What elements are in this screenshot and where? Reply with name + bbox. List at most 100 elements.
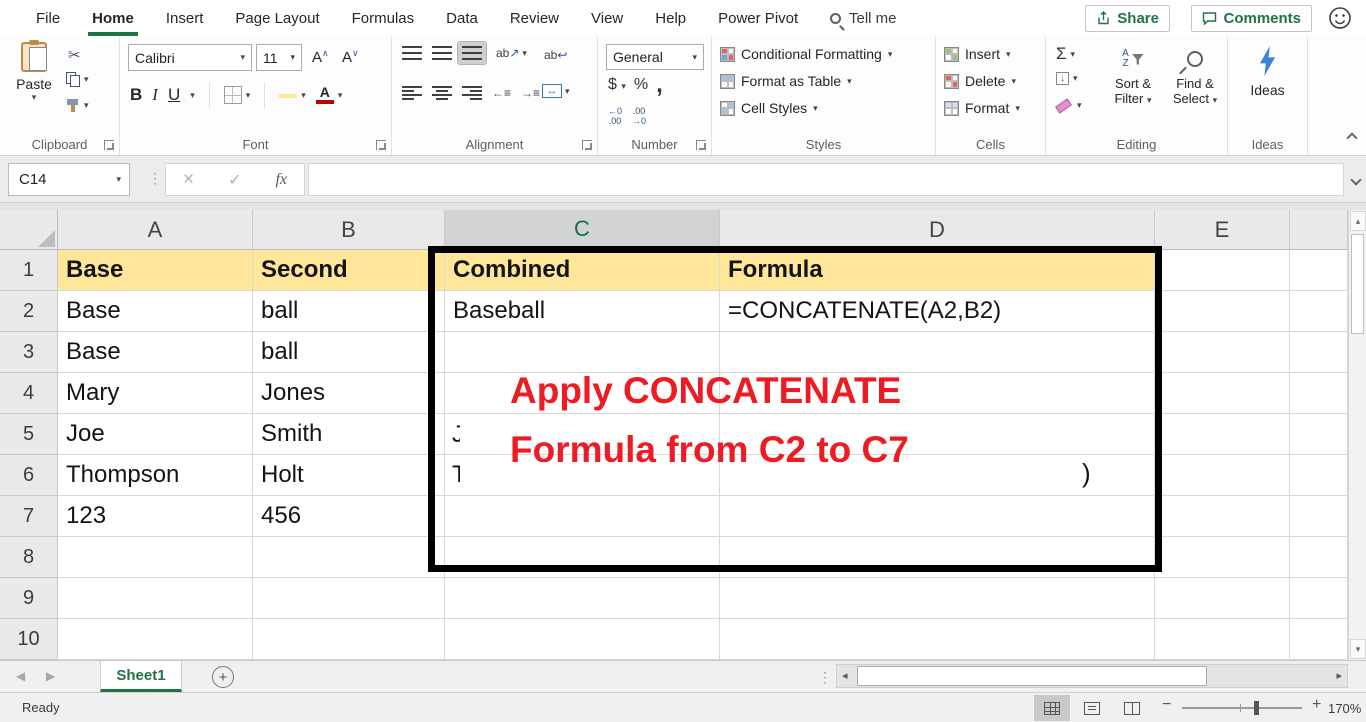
row-header-6[interactable]: 6	[0, 455, 58, 496]
bold-button[interactable]: B	[130, 85, 142, 105]
cell-F10[interactable]	[1290, 619, 1348, 660]
sort-filter-button[interactable]: AZ Sort & Filter ▾	[1104, 42, 1162, 106]
cell-E7[interactable]	[1155, 496, 1290, 537]
cell-F2[interactable]	[1290, 291, 1348, 332]
align-center-button[interactable]	[428, 82, 456, 104]
cell-E10[interactable]	[1155, 619, 1290, 660]
orientation-button[interactable]: ab↗▾	[496, 46, 527, 60]
cell-F1[interactable]	[1290, 250, 1348, 291]
autosum-button[interactable]: Σ▾	[1056, 44, 1075, 64]
merge-center-button[interactable]: ↔▾	[542, 84, 570, 98]
zoom-in-button[interactable]: +	[1312, 696, 1321, 714]
clipboard-dialog-launcher[interactable]	[104, 140, 114, 150]
decrease-decimal-button[interactable]: .00→0	[632, 106, 646, 126]
decrease-indent-button[interactable]: ←≡	[488, 80, 515, 106]
scroll-left-icon[interactable]: ◂	[842, 669, 848, 682]
italic-button[interactable]: I	[152, 85, 158, 105]
select-all-corner[interactable]	[0, 210, 58, 250]
name-box[interactable]: C14 ▾	[8, 163, 130, 196]
normal-view-button[interactable]	[1034, 695, 1070, 721]
bottom-align-button[interactable]	[458, 42, 486, 64]
formula-input[interactable]	[308, 163, 1344, 196]
wrap-text-button[interactable]: ab↩	[544, 46, 567, 64]
cell-F3[interactable]	[1290, 332, 1348, 373]
tab-page-layout[interactable]: Page Layout	[219, 0, 335, 36]
sheet-nav-left-icon[interactable]: ◀	[16, 669, 25, 683]
column-header-B[interactable]: B	[253, 210, 445, 250]
cell-F6[interactable]	[1290, 455, 1348, 496]
grow-font-button[interactable]: A∧	[312, 48, 329, 66]
cell-E3[interactable]	[1155, 332, 1290, 373]
conditional-formatting-button[interactable]: Conditional Formatting▾	[720, 46, 892, 62]
font-name-combo[interactable]: Calibri▾	[128, 44, 252, 71]
find-select-button[interactable]: Find & Select ▾	[1166, 42, 1224, 106]
row-header-8[interactable]: 8	[0, 537, 58, 578]
scroll-right-icon[interactable]: ▸	[1336, 669, 1342, 682]
row-header-5[interactable]: 5	[0, 414, 58, 455]
row-header-9[interactable]: 9	[0, 578, 58, 619]
column-header-D[interactable]: D	[720, 210, 1155, 250]
cell-A2[interactable]: Base	[58, 291, 253, 332]
insert-cells-button[interactable]: Insert▾	[944, 46, 1011, 62]
row-header-7[interactable]: 7	[0, 496, 58, 537]
zoom-level[interactable]: 170%	[1328, 701, 1361, 716]
cell-styles-button[interactable]: Cell Styles▾	[720, 100, 818, 116]
tab-home[interactable]: Home	[76, 0, 150, 36]
cell-A7[interactable]: 123	[58, 496, 253, 537]
vertical-scrollbar[interactable]: ▴ ▾	[1348, 210, 1366, 660]
cell-E4[interactable]	[1155, 373, 1290, 414]
cell-E5[interactable]	[1155, 414, 1290, 455]
currency-button[interactable]: $ ▾	[608, 76, 626, 94]
tab-scrollbar-splitter[interactable]: ⋮	[818, 669, 832, 686]
cell-B10[interactable]	[253, 619, 445, 660]
column-header-partial[interactable]	[1290, 210, 1348, 250]
underline-dropdown[interactable]: ▾	[190, 90, 195, 101]
cancel-icon[interactable]: ×	[183, 169, 194, 191]
cell-A1[interactable]: Base	[58, 250, 253, 291]
page-break-view-button[interactable]	[1114, 695, 1150, 721]
cell-E1[interactable]	[1155, 250, 1290, 291]
paste-button[interactable]: Paste ▾	[12, 42, 56, 103]
name-box-splitter[interactable]: ⋮	[148, 170, 162, 187]
column-header-C[interactable]: C	[445, 210, 720, 250]
add-sheet-button[interactable]: +	[212, 666, 234, 688]
cell-F7[interactable]	[1290, 496, 1348, 537]
cell-B7[interactable]: 456	[253, 496, 445, 537]
cell-C10[interactable]	[445, 619, 720, 660]
increase-indent-button[interactable]: →≡	[517, 80, 544, 106]
middle-align-button[interactable]	[428, 42, 456, 64]
tab-formulas[interactable]: Formulas	[336, 0, 431, 36]
tab-view[interactable]: View	[575, 0, 639, 36]
share-button[interactable]: Share	[1085, 5, 1170, 32]
row-header-10[interactable]: 10	[0, 619, 58, 660]
tab-help[interactable]: Help	[639, 0, 702, 36]
fill-color-button[interactable]: ▾	[279, 90, 306, 101]
borders-button[interactable]: ▾	[224, 86, 251, 104]
comma-style-button[interactable]: ,	[656, 78, 663, 92]
tell-me-search[interactable]: Tell me	[830, 0, 897, 36]
tab-power-pivot[interactable]: Power Pivot	[702, 0, 814, 36]
shrink-font-button[interactable]: A∨	[342, 48, 359, 66]
horizontal-scroll-thumb[interactable]	[857, 666, 1207, 686]
ideas-button[interactable]: Ideas	[1228, 46, 1307, 98]
column-header-E[interactable]: E	[1155, 210, 1290, 250]
cell-A5[interactable]: Joe	[58, 414, 253, 455]
cell-A10[interactable]	[58, 619, 253, 660]
zoom-slider-thumb[interactable]	[1254, 701, 1259, 715]
cut-button[interactable]: ✂	[68, 46, 81, 65]
horizontal-scrollbar[interactable]: ◂ ▸	[836, 664, 1348, 688]
cell-F4[interactable]	[1290, 373, 1348, 414]
cell-B3[interactable]: ball	[253, 332, 445, 373]
cell-E8[interactable]	[1155, 537, 1290, 578]
format-cells-button[interactable]: Format▾	[944, 100, 1020, 116]
cell-A8[interactable]	[58, 537, 253, 578]
cell-B4[interactable]: Jones	[253, 373, 445, 414]
zoom-slider[interactable]	[1182, 707, 1302, 709]
clear-button[interactable]: ▾	[1056, 100, 1082, 111]
tab-data[interactable]: Data	[430, 0, 494, 36]
align-right-button[interactable]	[458, 82, 486, 104]
cell-B9[interactable]	[253, 578, 445, 619]
cell-D10[interactable]	[720, 619, 1155, 660]
vertical-scroll-thumb[interactable]	[1351, 234, 1364, 334]
number-format-combo[interactable]: General▾	[606, 44, 704, 70]
